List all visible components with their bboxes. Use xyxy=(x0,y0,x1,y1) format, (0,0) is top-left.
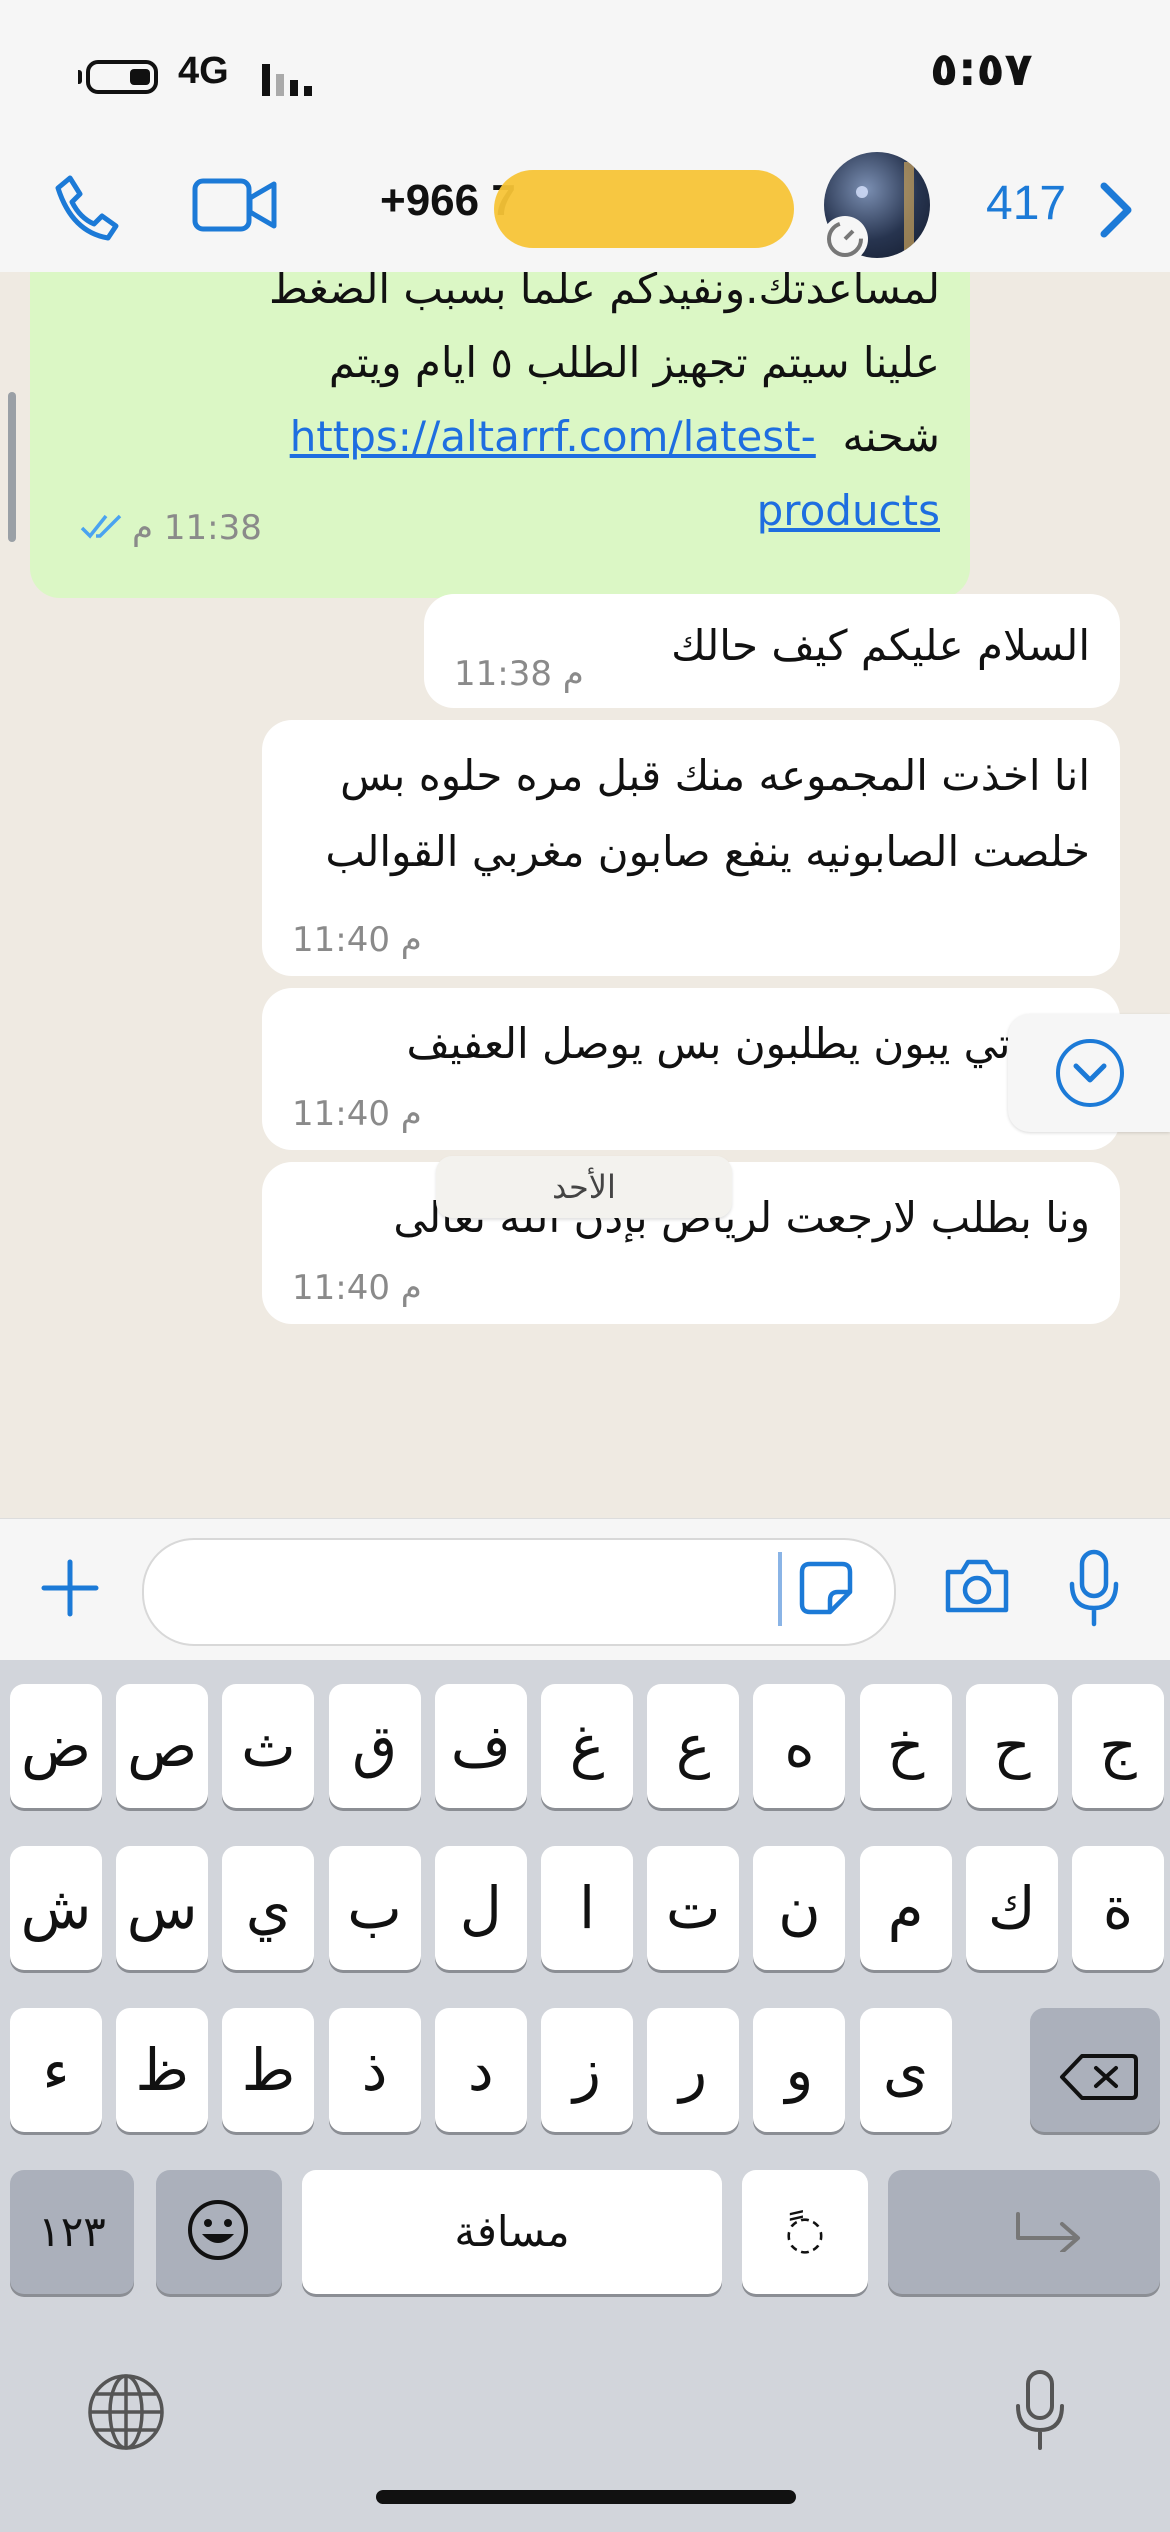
scrollbar[interactable] xyxy=(8,392,16,542)
battery-nub xyxy=(78,70,82,84)
key-letter[interactable]: ج xyxy=(1072,1684,1164,1808)
video-call-icon[interactable] xyxy=(192,176,278,234)
key-letter[interactable]: ح xyxy=(965,1684,1058,1808)
key-letter[interactable]: ى xyxy=(859,2008,952,2132)
key-letter[interactable]: ث xyxy=(222,1684,315,1808)
key-letter[interactable]: ن xyxy=(753,1846,846,1970)
network-type: 4G xyxy=(178,50,229,92)
plus-icon[interactable] xyxy=(38,1556,102,1620)
message-line: علينا سيتم تجهيز الطلب ٥ ايام ويتم xyxy=(328,338,940,387)
chat-area[interactable]: لمساعدتك.ونفيدكم علما بسبب الضغط علينا س… xyxy=(0,272,1170,1518)
chevron-down-icon xyxy=(1056,1039,1124,1107)
dictation-microphone-icon[interactable] xyxy=(1012,2368,1068,2452)
chevron-right-icon[interactable] xyxy=(1096,180,1136,240)
status-time: ٥:٥٧ xyxy=(930,42,1033,96)
message-time: 11:38 م xyxy=(132,508,262,548)
message-line: لمساعدتك.ونفيدكم علما بسبب الضغط xyxy=(269,272,940,313)
key-letter[interactable]: د xyxy=(434,2008,527,2132)
read-receipt-icon xyxy=(80,514,122,539)
redaction-mark xyxy=(494,170,794,248)
unread-count[interactable]: 417 xyxy=(986,176,1066,231)
key-letter[interactable]: ق xyxy=(328,1684,421,1808)
key-letter[interactable]: ة xyxy=(1072,1846,1164,1970)
key-letter[interactable]: ب xyxy=(328,1846,421,1970)
key-letter[interactable]: ت xyxy=(647,1846,740,1970)
phone-icon[interactable] xyxy=(52,172,122,242)
incoming-message[interactable]: السلام عليكم كيف حالك 11:38 م xyxy=(424,594,1120,708)
battery-icon xyxy=(86,60,158,94)
emoji-icon[interactable] xyxy=(186,2198,250,2262)
incoming-message[interactable]: انا اخذت المجموعه منك قبل مره حلوه بس خل… xyxy=(262,720,1120,976)
message-time: 11:40 م xyxy=(292,920,422,960)
message-line: شحنه xyxy=(842,412,941,461)
key-letter[interactable]: غ xyxy=(541,1684,633,1808)
day-separator: الأحد xyxy=(436,1156,732,1218)
key-letter[interactable]: ظ xyxy=(116,2008,209,2132)
signal-icon xyxy=(262,64,312,96)
message-time: 11:40 م xyxy=(292,1268,422,1308)
key-letter[interactable]: س xyxy=(116,1846,209,1970)
message-text: انا اخذت المجموعه منك قبل مره حلوه بس خل… xyxy=(325,751,1090,876)
incoming-message[interactable]: وخواتي يبون يطلبون بس يوصل العفيف 11:40 … xyxy=(262,988,1120,1150)
key-letter[interactable]: ك xyxy=(965,1846,1058,1970)
key-letter[interactable]: ا xyxy=(541,1846,633,1970)
key-letter[interactable]: ع xyxy=(647,1684,740,1808)
text-caret xyxy=(778,1552,782,1626)
key-letter[interactable]: ي xyxy=(222,1846,315,1970)
key-letter[interactable]: خ xyxy=(859,1684,952,1808)
globe-icon[interactable] xyxy=(86,2372,166,2452)
scroll-to-bottom-button[interactable] xyxy=(1008,1014,1170,1132)
microphone-icon[interactable] xyxy=(1066,1548,1122,1628)
key-letter[interactable]: و xyxy=(753,2008,846,2132)
sticker-icon[interactable] xyxy=(796,1558,856,1618)
key-letter[interactable]: ء xyxy=(10,2008,102,2132)
key-letter[interactable]: ش xyxy=(10,1846,102,1970)
return-icon[interactable] xyxy=(1014,2208,1084,2252)
backspace-icon[interactable] xyxy=(1058,2052,1138,2102)
key-diacritic[interactable]: ً◌ xyxy=(742,2170,868,2294)
key-space[interactable]: مسافة xyxy=(302,2170,722,2294)
key-letter[interactable]: ط xyxy=(222,2008,315,2132)
key-letter[interactable]: ر xyxy=(647,2008,740,2132)
message-link[interactable]: https://altarrf.com/latest- xyxy=(290,412,816,461)
key-letter[interactable]: ف xyxy=(434,1684,527,1808)
key-letter[interactable]: ض xyxy=(10,1684,102,1808)
home-indicator xyxy=(376,2490,796,2504)
message-time: 11:38 م xyxy=(454,654,584,694)
disappearing-timer-icon xyxy=(822,216,868,262)
outgoing-message[interactable]: لمساعدتك.ونفيدكم علما بسبب الضغط علينا س… xyxy=(30,272,970,598)
message-time: 11:40 م xyxy=(292,1094,422,1134)
camera-icon[interactable] xyxy=(942,1556,1012,1616)
key-letter[interactable]: ذ xyxy=(328,2008,421,2132)
message-input[interactable] xyxy=(142,1538,896,1646)
message-link[interactable]: products xyxy=(757,486,940,535)
key-letter[interactable]: ه xyxy=(753,1684,846,1808)
key-letter[interactable]: م xyxy=(859,1846,952,1970)
key-letter[interactable]: ص xyxy=(116,1684,209,1808)
key-numbers[interactable]: ١٢٣ xyxy=(10,2170,134,2294)
key-letter[interactable]: ل xyxy=(434,1846,527,1970)
message-text: وخواتي يبون يطلبون بس يوصل العفيف xyxy=(406,1019,1090,1068)
key-letter[interactable]: ز xyxy=(541,2008,633,2132)
